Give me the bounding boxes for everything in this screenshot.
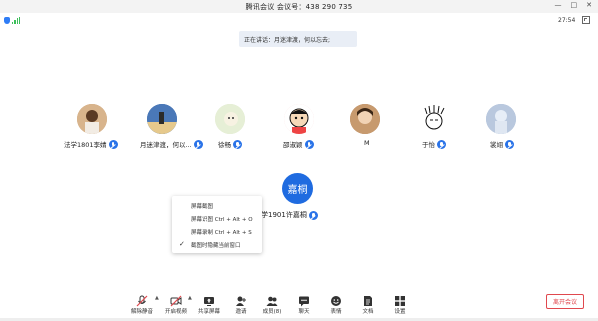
- main-participant-label: 法学1901许嘉桐: [254, 210, 318, 220]
- share-screen-icon: [203, 292, 215, 306]
- window-controls: — □ ✕: [555, 1, 593, 9]
- close-button[interactable]: ✕: [586, 1, 592, 9]
- smiley-icon: [330, 292, 342, 306]
- maximize-button[interactable]: □: [571, 1, 578, 9]
- menu-item-label: 截图时隐藏当前窗口: [191, 242, 241, 249]
- chat-icon: [298, 292, 310, 307]
- signal-icon[interactable]: [12, 17, 20, 24]
- mic-muted-icon: [136, 292, 148, 307]
- mic-icon[interactable]: [108, 139, 118, 149]
- reactions-label: 表情: [330, 309, 342, 315]
- settings-grid-icon: [394, 292, 406, 306]
- fullscreen-icon[interactable]: [582, 16, 590, 24]
- menu-item-record[interactable]: 屏幕录制 Ctrl + Alt + S: [172, 225, 262, 238]
- settings-label: 设置: [394, 309, 406, 315]
- document-icon: [362, 292, 374, 306]
- minimize-button[interactable]: —: [555, 1, 562, 9]
- chat-button[interactable]: 聊天: [289, 287, 319, 315]
- members-button[interactable]: 成员(8): [257, 287, 287, 315]
- members-icon: [266, 292, 278, 306]
- participant-name: 徐畅: [218, 141, 231, 149]
- camera-off-icon: [170, 292, 182, 307]
- bottom-toolbar: 解除静音 ▲ 开启视频 ▲ 共享屏幕 邀请 成员(8) 聊天 表情 文档 设置: [0, 287, 598, 321]
- main-participant-avatar[interactable]: 嘉桐: [282, 173, 313, 204]
- mic-icon[interactable]: [304, 139, 314, 149]
- invite-label: 邀请: [235, 309, 247, 315]
- meeting-timer: 27:54: [558, 17, 576, 24]
- mic-icon[interactable]: [193, 139, 203, 149]
- start-video-button[interactable]: 开启视频: [161, 287, 191, 315]
- avatar: [215, 104, 245, 134]
- share-screen-button[interactable]: 共享屏幕: [194, 287, 224, 315]
- documents-button[interactable]: 文档: [353, 287, 383, 315]
- unmute-button[interactable]: 解除静音: [127, 287, 157, 315]
- avatar: [77, 104, 107, 134]
- menu-item-label: 屏幕识图 Ctrl + Alt + O: [191, 216, 253, 223]
- screenshot-menu: 屏幕截图 屏幕识图 Ctrl + Alt + O 屏幕录制 Ctrl + Alt…: [172, 196, 262, 253]
- start-video-label: 开启视频: [164, 309, 187, 315]
- avatar: [486, 104, 516, 134]
- mic-icon[interactable]: [308, 210, 318, 220]
- share-screen-label: 共享屏幕: [197, 309, 220, 315]
- mic-icon[interactable]: [233, 139, 242, 149]
- menu-item-ocr[interactable]: 屏幕识图 Ctrl + Alt + O: [172, 212, 262, 225]
- window-title: 腾讯会议 会议号：438 290 735: [245, 2, 353, 11]
- avatar: [350, 104, 380, 134]
- participant-name: 法学1801李婧: [64, 141, 107, 149]
- chevron-up-icon[interactable]: ▲: [188, 295, 192, 301]
- avatar: [284, 104, 314, 134]
- menu-item-screenshot[interactable]: 屏幕截图: [172, 199, 262, 212]
- leave-meeting-button[interactable]: 离开会议: [546, 294, 584, 309]
- participant-name: 裳翊: [490, 141, 503, 149]
- documents-label: 文档: [362, 309, 374, 315]
- settings-button[interactable]: 设置: [385, 287, 415, 315]
- menu-item-label: 屏幕录制 Ctrl + Alt + S: [191, 229, 252, 236]
- participant-name: M: [364, 139, 370, 147]
- mic-icon[interactable]: [505, 139, 514, 149]
- title-bar: 腾讯会议 会议号：438 290 735 — □ ✕: [0, 0, 598, 13]
- avatar: [419, 104, 449, 134]
- add-user-icon: [235, 292, 247, 306]
- shield-icon[interactable]: [4, 17, 10, 24]
- chevron-up-icon[interactable]: ▲: [155, 295, 159, 301]
- menu-item-label: 屏幕截图: [191, 203, 214, 210]
- participant-name: 邵淑颖: [283, 141, 303, 149]
- members-label: 成员(8): [262, 309, 282, 315]
- participant-name: 月迷津渡，何以...: [140, 141, 192, 149]
- avatar: [147, 104, 177, 134]
- meeting-window: 腾讯会议 会议号：438 290 735 — □ ✕ 27:54 正在讲话：月迷…: [0, 0, 598, 321]
- checkmark-icon: ✓: [179, 240, 185, 248]
- speaking-banner: 正在讲话：月迷津渡，何以忘去;: [239, 31, 357, 47]
- mic-icon[interactable]: [437, 139, 446, 149]
- unmute-label: 解除静音: [130, 309, 153, 315]
- chat-label: 聊天: [298, 309, 310, 315]
- menu-item-hide-window[interactable]: ✓ 截图时隐藏当前窗口: [172, 238, 262, 251]
- invite-button[interactable]: 邀请: [226, 287, 256, 315]
- participant-name: 于怡: [422, 141, 435, 149]
- reactions-button[interactable]: 表情: [321, 287, 351, 315]
